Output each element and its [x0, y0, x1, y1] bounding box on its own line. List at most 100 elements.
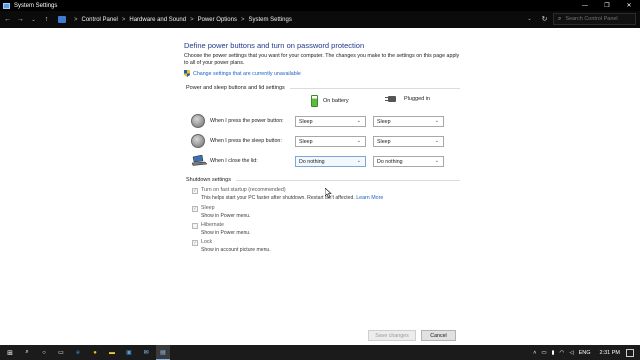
wifi-icon[interactable]: ◠ [560, 350, 565, 356]
address-actions: ⌄ ↻ [520, 13, 550, 24]
chevron-down-icon: ⌄ [356, 158, 361, 164]
power-button-battery-select[interactable]: Sleep ⌄ [295, 116, 366, 127]
column-label-plugged: Plugged in [404, 96, 430, 102]
page-description: Choose the power settings that you want … [184, 53, 460, 66]
cortana-icon[interactable]: ○ [37, 345, 51, 360]
battery-icon [311, 95, 318, 107]
sleep-checkbox[interactable]: ✓ [192, 206, 198, 212]
uac-shield-icon [184, 70, 190, 77]
breadcrumb-control-panel[interactable]: Control Panel [82, 17, 118, 23]
close-button[interactable]: ✕ [618, 0, 640, 11]
lock-option: ✓ Lock Show in account picture menu. [192, 239, 271, 253]
windows-start-icon[interactable]: ⊞ [3, 345, 17, 360]
lock-label: Lock [201, 239, 213, 245]
window-controls: — ❐ ✕ [574, 0, 640, 11]
title-bar: System Settings — ❐ ✕ [0, 0, 640, 11]
back-arrow-icon[interactable]: ← [2, 14, 13, 25]
breadcrumb-separator: > [121, 16, 126, 23]
hibernate-label: Hibernate [201, 222, 224, 228]
store-icon[interactable]: ▣ [122, 345, 136, 360]
sleep-button-battery-select[interactable]: Sleep ⌄ [295, 136, 366, 147]
cancel-button[interactable]: Cancel [421, 330, 456, 341]
shutdown-section-title: Shutdown settings [186, 177, 231, 183]
system-tray: ˄ ▭ ▮ ◠ ◁ ENG 2:31 PM [533, 345, 640, 360]
laptop-lid-icon [191, 155, 207, 166]
power-plug-icon [385, 95, 399, 103]
file-explorer-icon[interactable]: ▬ [105, 345, 119, 360]
breadcrumb-separator: > [190, 16, 194, 23]
network-icon[interactable]: ▭ [541, 350, 546, 356]
recent-locations-chevron-icon[interactable]: ⌄ [28, 14, 39, 25]
search-input[interactable] [565, 16, 636, 22]
breadcrumb-power-options[interactable]: Power Options [198, 17, 237, 23]
selected-value: Sleep [299, 138, 313, 145]
change-unavailable-settings-link[interactable]: Change settings that are currently unava… [193, 71, 301, 77]
fast-startup-description: This helps start your PC faster after sh… [201, 195, 383, 201]
chevron-down-icon: ⌄ [356, 138, 361, 144]
edge-browser-icon[interactable]: e [71, 345, 85, 360]
notifications-icon[interactable] [626, 348, 634, 357]
volume-icon[interactable]: ◁ [569, 350, 573, 356]
sleep-label: Sleep [201, 205, 215, 211]
close-lid-plugged-select[interactable]: Do nothing ⌄ [373, 156, 444, 167]
power-button-plugged-select[interactable]: Sleep ⌄ [373, 116, 444, 127]
lock-checkbox[interactable]: ✓ [192, 240, 198, 246]
row-label-close-lid: When I close the lid: [210, 158, 258, 164]
section-divider [290, 88, 460, 89]
learn-more-link[interactable]: Learn More [356, 195, 383, 201]
task-view-icon[interactable]: ▭ [54, 345, 68, 360]
selected-value: Sleep [377, 138, 391, 145]
chevron-down-icon: ⌄ [434, 118, 439, 124]
lock-description: Show in account picture menu. [201, 247, 271, 253]
chevron-down-icon: ⌄ [434, 138, 439, 144]
column-header-plugged: Plugged in [385, 95, 430, 103]
search-icon: ⌕ [558, 15, 562, 22]
hibernate-checkbox[interactable] [192, 223, 198, 229]
save-changes-button[interactable]: Save changes [368, 330, 416, 341]
fast-startup-checkbox[interactable]: ✓ [192, 188, 198, 194]
close-lid-battery-select[interactable]: Do nothing ⌄ [295, 156, 366, 167]
window-title: System Settings [14, 2, 58, 9]
column-header-battery: On battery [311, 95, 349, 107]
control-panel-taskbar-icon[interactable]: ▤ [156, 345, 170, 360]
admin-settings-link-row: Change settings that are currently unava… [184, 70, 301, 77]
fast-startup-option: ✓ Turn on fast startup (recommended) Thi… [192, 187, 383, 201]
section-divider [236, 180, 460, 181]
show-hidden-icons-chevron-icon[interactable]: ˄ [533, 350, 536, 356]
refresh-icon[interactable]: ↻ [539, 13, 550, 24]
selected-value: Sleep [377, 118, 391, 125]
chrome-icon[interactable]: ● [88, 345, 102, 360]
address-dropdown-chevron-icon[interactable]: ⌄ [524, 13, 535, 24]
mail-icon[interactable]: ✉ [139, 345, 153, 360]
search-icon[interactable]: ⌕ [20, 345, 34, 360]
minimize-button[interactable]: — [574, 0, 596, 11]
chevron-down-icon: ⌄ [434, 158, 439, 164]
power-section-title: Power and sleep buttons and lid settings [186, 85, 285, 91]
language-indicator[interactable]: ENG [579, 350, 591, 356]
page-title: Define power buttons and turn on passwor… [184, 41, 365, 50]
row-label-sleep-button: When I press the sleep button: [210, 138, 282, 144]
breadcrumb-system-settings[interactable]: System Settings [249, 17, 292, 23]
control-panel-crumb-icon [58, 16, 66, 23]
chevron-down-icon: ⌄ [356, 118, 361, 124]
up-arrow-icon[interactable]: ↑ [41, 14, 52, 25]
maximize-button[interactable]: ❐ [596, 0, 618, 11]
taskbar: ⊞ ⌕ ○ ▭ e ● ▬ ▣ ✉ ▤ ˄ ▭ ▮ ◠ ◁ ENG 2:31 P… [0, 345, 640, 360]
control-panel-icon [3, 2, 10, 9]
breadcrumb-separator: > [240, 16, 245, 23]
breadcrumb[interactable]: > Control Panel > Hardware and Sound > P… [58, 13, 528, 26]
search-box[interactable]: ⌕ [553, 13, 636, 25]
selected-value: Sleep [299, 118, 313, 125]
fast-startup-label: Turn on fast startup (recommended) [201, 187, 286, 193]
content-pane: Define power buttons and turn on passwor… [0, 28, 640, 345]
forward-arrow-icon[interactable]: → [15, 14, 26, 25]
power-button-icon [191, 114, 205, 128]
address-bar: ← → ⌄ ↑ > Control Panel > Hardware and S… [0, 11, 640, 28]
sleep-description: Show in Power menu. [201, 213, 251, 219]
sleep-button-plugged-select[interactable]: Sleep ⌄ [373, 136, 444, 147]
row-label-power-button: When I press the power button: [210, 118, 284, 124]
sleep-option: ✓ Sleep Show in Power menu. [192, 205, 251, 219]
clock[interactable]: 2:31 PM [600, 350, 620, 356]
breadcrumb-hardware-and-sound[interactable]: Hardware and Sound [129, 17, 186, 23]
battery-tray-icon[interactable]: ▮ [552, 350, 555, 356]
